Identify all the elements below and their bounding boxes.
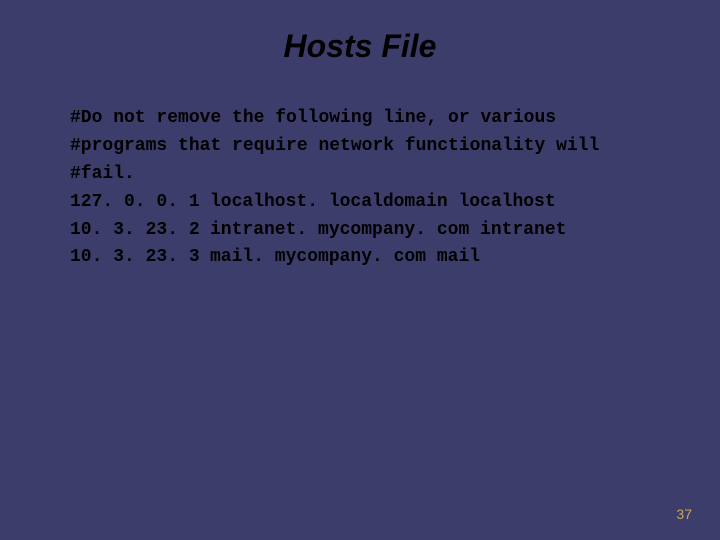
page-number: 37 [676,506,692,522]
page-title: Hosts File [0,0,720,105]
hosts-file-content: #Do not remove the following line, or va… [0,105,720,272]
host-entry: 10. 3. 23. 3 mail. mycompany. com mail [70,244,680,272]
comment-line: #Do not remove the following line, or va… [70,105,680,133]
comment-line: #fail. [70,161,680,189]
host-entry: 127. 0. 0. 1 localhost. localdomain loca… [70,189,680,217]
host-entry: 10. 3. 23. 2 intranet. mycompany. com in… [70,217,680,245]
host-ip: 10. 3. 23. 2 [70,217,210,245]
host-names: mail. mycompany. com mail [210,244,680,272]
host-names: intranet. mycompany. com intranet [210,217,680,245]
host-names: localhost. localdomain localhost [210,189,680,217]
host-ip: 10. 3. 23. 3 [70,244,210,272]
host-ip: 127. 0. 0. 1 [70,189,210,217]
comment-line: #programs that require network functiona… [70,133,680,161]
